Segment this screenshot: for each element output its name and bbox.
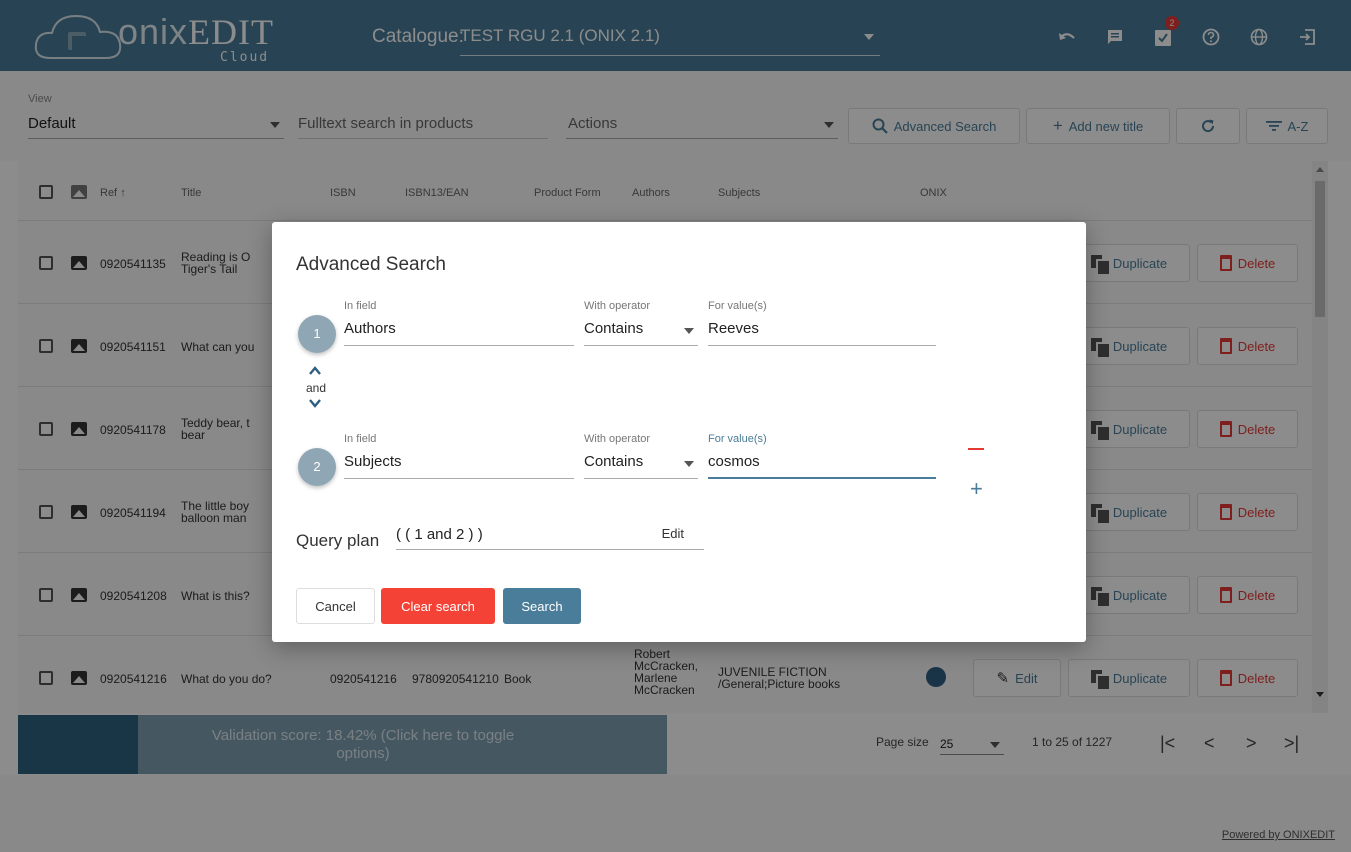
chevron-down-icon xyxy=(684,328,694,334)
criterion-2-operator-select[interactable]: Contains xyxy=(584,449,698,479)
criterion-2-field-value: Subjects xyxy=(344,453,402,470)
query-plan-value: ( ( 1 and 2 ) ) xyxy=(396,526,483,543)
criterion-step-1: 1 xyxy=(298,315,336,353)
criterion-2-value-input[interactable]: cosmos xyxy=(708,449,936,479)
criterion-2-operator-value: Contains xyxy=(584,453,644,470)
criterion-1-operator-value: Contains xyxy=(584,320,644,337)
criterion-2-field-select[interactable]: Subjects xyxy=(344,449,574,479)
remove-criterion-icon[interactable] xyxy=(968,448,984,450)
connector-label: and xyxy=(306,381,327,395)
dialog-title: Advanced Search xyxy=(296,254,446,275)
add-criterion-icon[interactable]: + xyxy=(970,478,983,500)
operator-label: With operator xyxy=(584,300,651,312)
search-button[interactable]: Search xyxy=(503,588,581,624)
field-label: In field xyxy=(344,433,377,445)
field-label: In field xyxy=(344,300,377,312)
chevron-down-icon xyxy=(684,461,694,467)
criterion-step-2: 2 xyxy=(298,448,336,486)
criterion-1-value: Reeves xyxy=(708,320,759,337)
value-label: For value(s) xyxy=(708,300,767,312)
criterion-1-value-input[interactable]: Reeves xyxy=(708,316,936,346)
cancel-button[interactable]: Cancel xyxy=(296,588,375,624)
clear-search-button[interactable]: Clear search xyxy=(381,588,495,624)
criterion-1-operator-select[interactable]: Contains xyxy=(584,316,698,346)
criterion-1-field-select[interactable]: Authors xyxy=(344,316,574,346)
criterion-2-value: cosmos xyxy=(708,453,760,470)
chevron-down-icon[interactable] xyxy=(308,396,322,410)
operator-label: With operator xyxy=(584,433,651,445)
query-plan-label: Query plan xyxy=(296,531,380,550)
query-plan-field: ( ( 1 and 2 ) ) Edit xyxy=(396,520,704,550)
criterion-1-field-value: Authors xyxy=(344,320,396,337)
value-label: For value(s) xyxy=(708,433,767,445)
query-plan-edit-button[interactable]: Edit xyxy=(662,526,684,541)
advanced-search-dialog: Advanced Search 1 In field Authors With … xyxy=(272,222,1086,642)
chevron-up-icon[interactable] xyxy=(308,364,322,378)
